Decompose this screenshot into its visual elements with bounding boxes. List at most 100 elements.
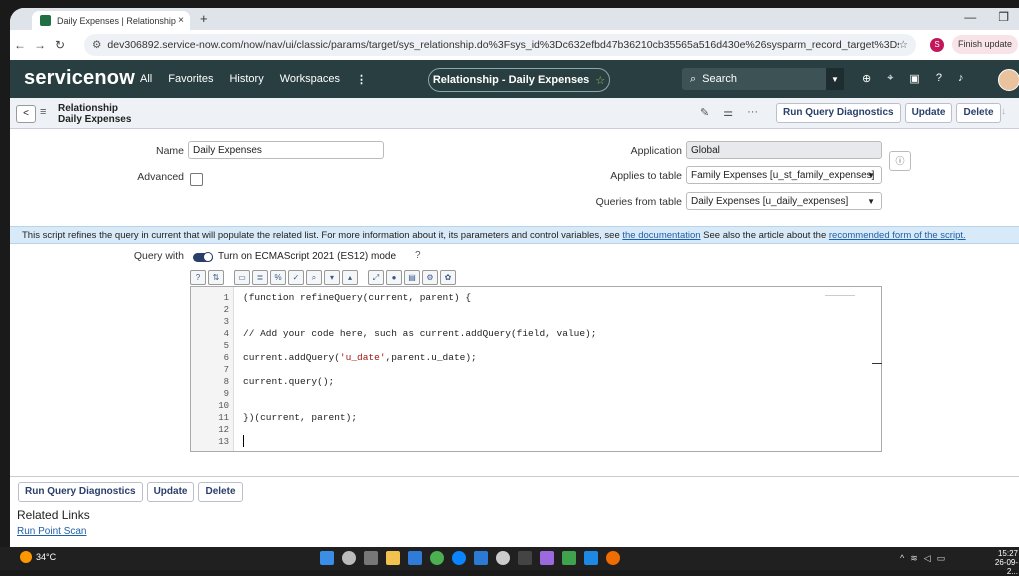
restore-button[interactable]: ❐ [998, 10, 1009, 24]
chrome-profile-icon[interactable] [606, 551, 620, 565]
more-options-icon[interactable]: ··· [747, 106, 758, 119]
script-editor[interactable]: 1 2 3 4 5 6 7 8 9 10 11 12 13 (function … [190, 286, 882, 452]
search-placeholder: Search [702, 73, 738, 85]
file-explorer-icon[interactable] [386, 551, 400, 565]
menu-workspaces[interactable]: Workspaces [280, 73, 340, 86]
search-icon[interactable] [342, 551, 356, 565]
bell-icon[interactable]: ♪ [958, 72, 964, 85]
finish-update-button[interactable]: Finish update [952, 35, 1019, 54]
chevron-up-icon[interactable]: ^ [900, 553, 904, 564]
profile-avatar[interactable]: S [930, 38, 944, 52]
app-icon[interactable] [540, 551, 554, 565]
form-menu-icon[interactable]: ≡ [40, 106, 46, 118]
bookmark-star-icon[interactable]: ☆ [899, 39, 908, 51]
browser-tab[interactable]: Daily Expenses | Relationship | S × [32, 11, 190, 30]
name-input[interactable]: Daily Expenses [188, 141, 384, 159]
search-dropdown-icon[interactable]: ▼ [826, 68, 844, 90]
scope-icon[interactable]: ⌖ [887, 72, 893, 85]
script-include-icon[interactable]: ⇅ [208, 270, 224, 285]
line-number: 9 [223, 389, 229, 399]
battery-icon[interactable]: ▭ [937, 553, 946, 564]
run-query-diagnostics-button[interactable]: Run Query Diagnostics [18, 482, 143, 502]
menu-favorites[interactable]: Favorites [168, 73, 213, 86]
line-number: 2 [223, 305, 229, 315]
line-gutter: 1 2 3 4 5 6 7 8 9 10 11 12 13 [191, 287, 234, 451]
advanced-checkbox[interactable] [190, 173, 203, 186]
es12-help-icon[interactable]: ? [415, 250, 421, 261]
toggle-comment-icon[interactable]: % [270, 270, 286, 285]
update-button[interactable]: Update [146, 482, 195, 502]
start-icon[interactable] [320, 551, 334, 565]
syntax-check-icon[interactable]: ✓ [288, 270, 304, 285]
back-arrow-icon[interactable]: ← [10, 38, 30, 52]
queries-from-select[interactable]: Daily Expenses [u_daily_expenses] ▼ [686, 192, 882, 210]
recommended-form-link[interactable]: recommended form of the script. [829, 230, 966, 241]
wifi-icon[interactable]: ≋ [910, 553, 918, 564]
comment-icon[interactable]: ▭ [234, 270, 250, 285]
vscode-icon[interactable] [474, 551, 488, 565]
forward-arrow-icon[interactable]: → [30, 38, 50, 52]
info-icon[interactable]: ⓘ [889, 151, 911, 171]
site-settings-icon[interactable]: ⚙ [92, 39, 101, 51]
next-record-icon[interactable]: ↓ [1001, 106, 1006, 117]
documentation-link[interactable]: the documentation [622, 230, 700, 241]
context-pill[interactable]: Relationship - Daily Expenses ☆ [428, 68, 610, 92]
collapse-icon[interactable]: ▾ [324, 270, 340, 285]
address-bar[interactable]: ⚙ dev306892.service-now.com/now/nav/ui/c… [84, 34, 916, 56]
reload-icon[interactable]: ↻ [50, 38, 70, 52]
help-icon[interactable]: ? [936, 72, 942, 85]
favorite-star-icon[interactable]: ☆ [595, 74, 605, 87]
format-icon[interactable]: ≣ [252, 270, 268, 285]
expand-icon[interactable]: ▴ [342, 270, 358, 285]
word-icon[interactable] [584, 551, 598, 565]
form-footer-buttons: Run Query Diagnostics Update Delete [18, 482, 243, 502]
attachment-icon[interactable]: ✎ [700, 106, 709, 119]
excel-icon[interactable] [562, 551, 576, 565]
clock[interactable]: 15:27 26-09-2... [988, 549, 1018, 576]
global-search[interactable]: ⌕ Search ▼ [682, 68, 844, 90]
help-icon[interactable]: ? [190, 270, 206, 285]
back-button[interactable]: < [16, 105, 36, 123]
previous-record-icon[interactable]: ↑ [984, 106, 989, 117]
github-icon[interactable] [496, 551, 510, 565]
code-line: current.query(); [243, 376, 335, 387]
temperature: 34°C [36, 552, 57, 562]
delete-button[interactable]: Delete [198, 482, 243, 502]
menu-history[interactable]: History [229, 73, 263, 86]
task-view-icon[interactable] [364, 551, 378, 565]
fullscreen-icon[interactable]: ⤢ [368, 270, 384, 285]
save-icon[interactable]: ▤ [404, 270, 420, 285]
tab-close-icon[interactable]: × [178, 15, 184, 26]
script-toolbar: ? ⇅ ▭ ≣ % ✓ ⌕ ▾ ▴ ⤢ ● ▤ ⚙ ✿ [190, 270, 456, 286]
globe-icon[interactable]: ⊕ [862, 72, 871, 85]
url-text: dev306892.service-now.com/now/nav/ui/cla… [107, 39, 898, 51]
store-icon[interactable] [408, 551, 422, 565]
new-tab-button[interactable]: + [200, 11, 208, 26]
notion-icon[interactable] [518, 551, 532, 565]
line-number: 10 [218, 401, 229, 411]
chat-icon[interactable]: ▣ [909, 72, 919, 85]
edge-icon[interactable] [452, 551, 466, 565]
servicenow-logo[interactable]: servicenow [24, 67, 135, 90]
search-icon[interactable]: ⌕ [306, 270, 322, 285]
applies-to-label: Applies to table [610, 170, 682, 182]
menu-all[interactable]: All [140, 73, 152, 86]
menu-more-icon[interactable]: ⋮ [356, 73, 367, 86]
minimize-button[interactable]: — [964, 10, 976, 24]
volume-icon[interactable]: ◁ [924, 553, 931, 564]
address-row: ← → ↻ ⚙ dev306892.service-now.com/now/na… [10, 30, 1019, 60]
notice-text-1: This script refines the query in current… [22, 230, 623, 241]
settings-icon[interactable]: ✿ [440, 270, 456, 285]
script-debugger-icon[interactable]: ⚙ [422, 270, 438, 285]
applies-to-select[interactable]: Family Expenses [u_st_family_expenses] ▼ [686, 166, 882, 184]
chrome-icon[interactable] [430, 551, 444, 565]
line-number: 1 [223, 293, 229, 303]
es12-toggle[interactable] [193, 252, 213, 262]
user-avatar[interactable] [998, 69, 1019, 91]
weather-widget[interactable]: 34°C [20, 551, 56, 563]
debug-icon[interactable]: ● [386, 270, 402, 285]
settings-sliders-icon[interactable]: ⚌ [723, 106, 733, 119]
run-query-diagnostics-button[interactable]: Run Query Diagnostics [776, 103, 901, 123]
update-button[interactable]: Update [904, 103, 953, 123]
run-point-scan-link[interactable]: Run Point Scan [17, 526, 87, 537]
